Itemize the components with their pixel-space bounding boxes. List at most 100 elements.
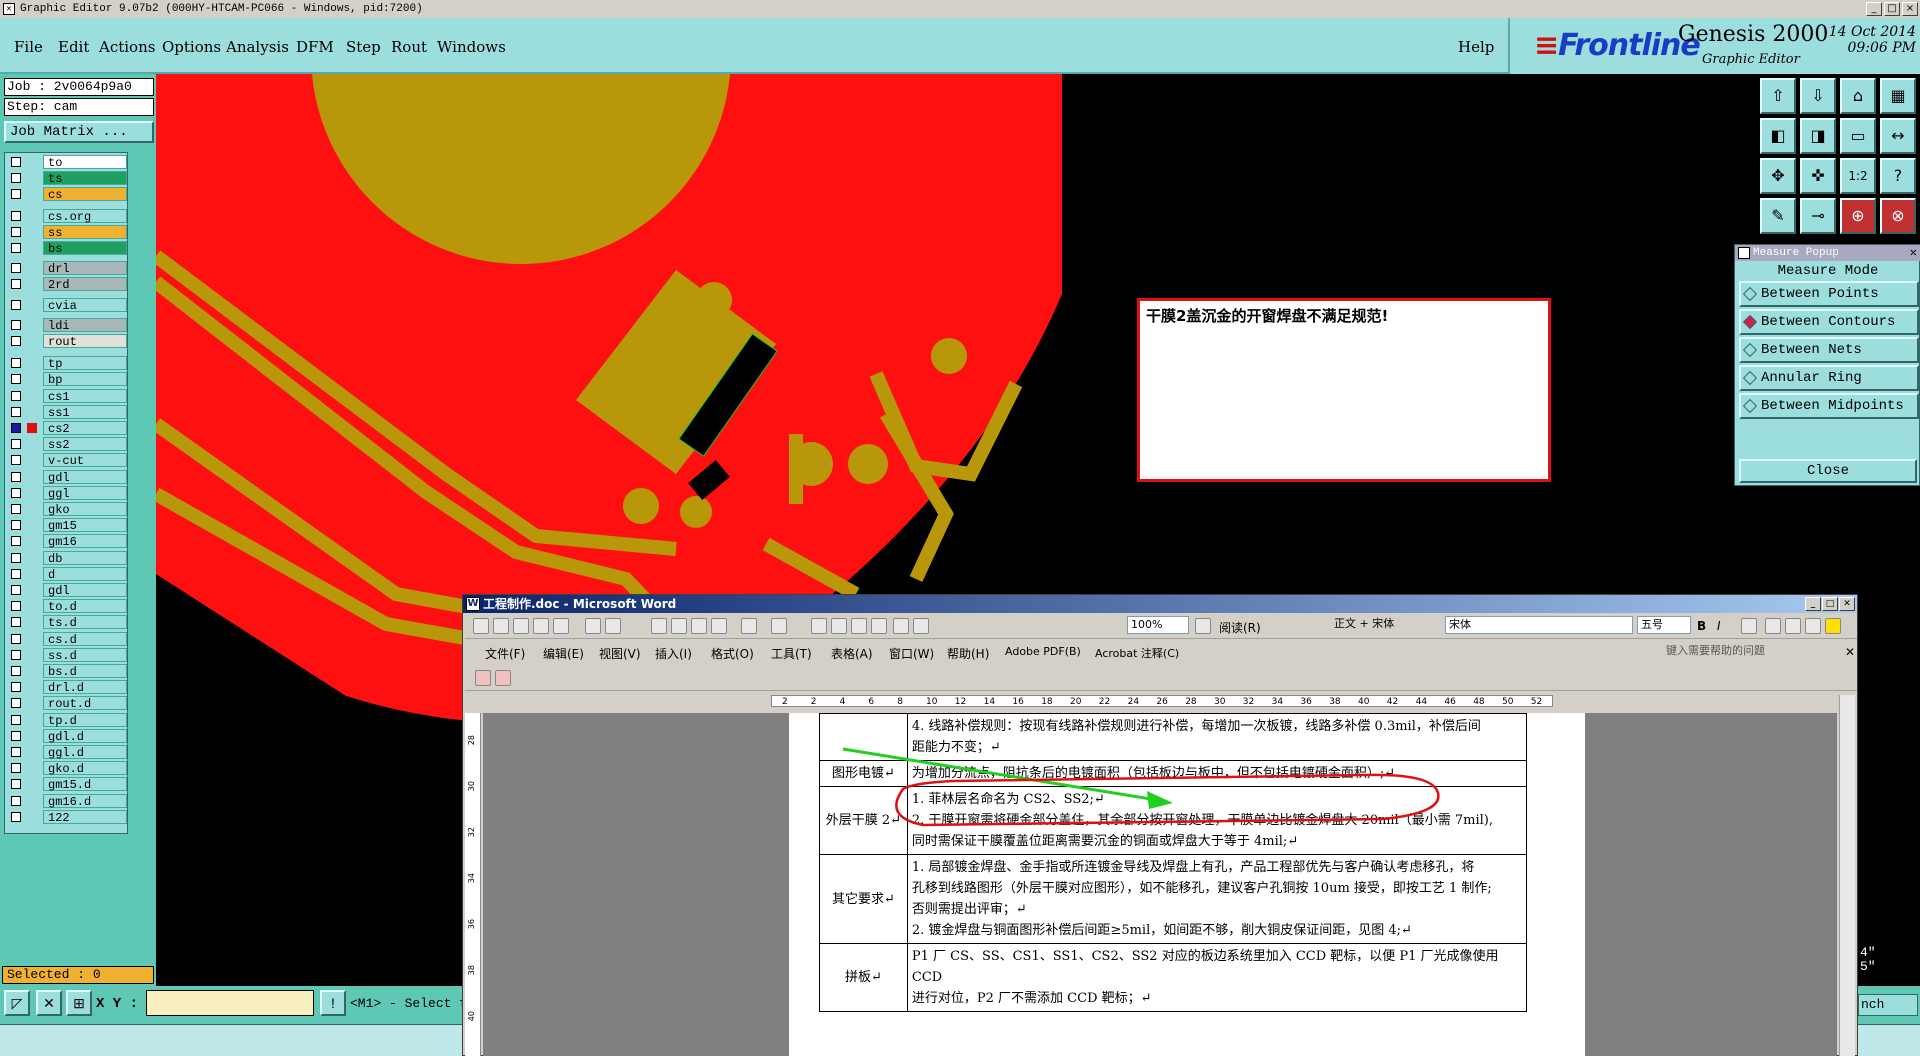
- tool-pad-icon[interactable]: ⊸: [1800, 198, 1836, 234]
- layer-checkbox[interactable]: [11, 157, 21, 167]
- layer-row[interactable]: ss.d: [7, 647, 127, 663]
- layer-checkbox[interactable]: [11, 633, 21, 644]
- align-icon[interactable]: [1741, 618, 1757, 634]
- tool-mirror-icon[interactable]: ↔: [1880, 118, 1916, 154]
- layer-row[interactable]: cs: [7, 187, 127, 202]
- word-menu-file[interactable]: 文件(F): [485, 645, 525, 662]
- menu-step[interactable]: Step: [346, 38, 381, 56]
- menu-options[interactable]: Options: [162, 38, 221, 56]
- layer-checkbox[interactable]: [11, 390, 21, 401]
- layer-checkbox[interactable]: [11, 666, 21, 676]
- layer-row[interactable]: ts.d: [7, 615, 127, 630]
- layer-checkbox[interactable]: [11, 243, 21, 253]
- layer-checkbox[interactable]: [11, 319, 21, 330]
- layer-row[interactable]: ss: [7, 224, 127, 240]
- hyperlink-icon[interactable]: [811, 618, 827, 634]
- tables-icon[interactable]: [831, 618, 847, 634]
- measure-option-annular-ring[interactable]: Annular Ring: [1739, 365, 1919, 391]
- measure-option-between-midpoints[interactable]: Between Midpoints: [1739, 393, 1919, 419]
- layer-row[interactable]: 2rd: [7, 277, 127, 292]
- word-close-button[interactable]: ✕: [1839, 597, 1855, 611]
- layer-checkbox[interactable]: [11, 263, 21, 274]
- layer-row[interactable]: v-cut: [7, 453, 127, 468]
- layer-row[interactable]: ggl.d: [7, 745, 127, 760]
- layer-checkbox[interactable]: [11, 649, 21, 660]
- tool-left-icon[interactable]: ◧: [1760, 118, 1796, 154]
- print-preview-icon[interactable]: [585, 618, 601, 634]
- measure-popup-header[interactable]: Measure Popup ✕: [1735, 245, 1920, 261]
- layer-checkbox[interactable]: [11, 568, 21, 579]
- pdf-icon[interactable]: [475, 670, 491, 686]
- layer-checkbox[interactable]: [11, 358, 21, 369]
- tool-fit-icon[interactable]: ✥: [1760, 158, 1796, 194]
- tool-right-icon[interactable]: ◨: [1800, 118, 1836, 154]
- layer-row[interactable]: ggl: [7, 485, 127, 501]
- layer-checkbox[interactable]: [11, 374, 21, 385]
- layer-checkbox[interactable]: [11, 210, 21, 221]
- layer-row[interactable]: to.d: [7, 599, 127, 614]
- undo-icon[interactable]: [741, 618, 757, 634]
- layer-checkbox[interactable]: [11, 617, 21, 628]
- layer-checkbox[interactable]: [11, 536, 21, 547]
- layer-checkbox[interactable]: [11, 585, 21, 595]
- read-button[interactable]: 阅读(R): [1219, 619, 1261, 636]
- open-icon[interactable]: [493, 618, 509, 634]
- save-icon[interactable]: [513, 618, 529, 634]
- layer-checkbox[interactable]: [11, 811, 21, 822]
- maximize-button[interactable]: □: [1884, 2, 1900, 16]
- layer-checkbox[interactable]: [11, 471, 21, 482]
- size-select[interactable]: 五号: [1637, 616, 1691, 634]
- layer-checkbox[interactable]: [11, 226, 21, 237]
- layer-checkbox[interactable]: [11, 439, 21, 450]
- layer-checkbox[interactable]: [11, 504, 21, 514]
- layer-checkbox[interactable]: [11, 423, 21, 433]
- print-icon[interactable]: [553, 618, 569, 634]
- highlight-icon[interactable]: [1825, 618, 1841, 634]
- word-menu-insert[interactable]: 插入(I): [655, 645, 692, 662]
- help-icon[interactable]: [1195, 618, 1211, 634]
- word-menu-view[interactable]: 视图(V): [599, 645, 641, 662]
- layer-row[interactable]: rout: [7, 334, 127, 349]
- layer-checkbox[interactable]: [11, 455, 21, 466]
- layer-row[interactable]: gdl.d: [7, 728, 127, 744]
- measure-option-between-contours[interactable]: Between Contours: [1739, 309, 1919, 335]
- excel-icon[interactable]: [871, 618, 887, 634]
- inch-button[interactable]: nch: [1858, 994, 1918, 1016]
- menu-analysis[interactable]: Analysis: [226, 38, 289, 56]
- menu-edit[interactable]: Edit: [58, 38, 89, 56]
- layer-checkbox[interactable]: [11, 189, 21, 200]
- word-minimize-button[interactable]: _: [1805, 597, 1821, 611]
- menu-file[interactable]: File: [14, 38, 43, 56]
- layer-row[interactable]: bs: [7, 241, 127, 256]
- copy-icon[interactable]: [671, 618, 687, 634]
- tool-pan-down-icon[interactable]: ⇩: [1800, 78, 1836, 114]
- layer-row[interactable]: cs1: [7, 388, 127, 404]
- layer-row[interactable]: bp: [7, 372, 127, 387]
- tool-grid-icon[interactable]: ▦: [1880, 78, 1916, 114]
- layer-row[interactable]: drl.d: [7, 680, 127, 695]
- menu-actions[interactable]: Actions: [99, 38, 155, 56]
- tool-home-icon[interactable]: ⌂: [1840, 78, 1876, 114]
- layer-row[interactable]: gdl: [7, 583, 127, 598]
- layer-checkbox[interactable]: [11, 795, 21, 806]
- indent-icon[interactable]: [1805, 618, 1821, 634]
- bold-button[interactable]: B: [1697, 619, 1706, 633]
- layer-row[interactable]: ss1: [7, 404, 127, 420]
- table-row-content[interactable]: 4. 线路补偿规则：按现有线路补偿规则进行补偿，每增加一次板镀，线路多补偿 0.…: [906, 713, 1528, 761]
- format-painter-icon[interactable]: [711, 618, 727, 634]
- word-menu-format[interactable]: 格式(O): [711, 645, 754, 662]
- job-matrix-button[interactable]: Job Matrix ...: [4, 121, 154, 143]
- layer-checkbox[interactable]: [11, 487, 21, 498]
- tool-edit-icon[interactable]: ✎: [1760, 198, 1796, 234]
- layer-row[interactable]: to: [7, 155, 127, 170]
- spelling-icon[interactable]: [605, 618, 621, 634]
- redo-icon[interactable]: [771, 618, 787, 634]
- word-menu-window[interactable]: 窗口(W): [889, 645, 934, 662]
- word-title-bar[interactable]: W 工程制作.doc - Microsoft Word _ □ ✕: [463, 595, 1857, 613]
- menu-windows[interactable]: Windows: [437, 38, 506, 56]
- cut-icon[interactable]: [651, 618, 667, 634]
- layer-checkbox[interactable]: [11, 698, 21, 709]
- doc-close-icon[interactable]: ✕: [1845, 645, 1855, 659]
- tool-scale-icon[interactable]: 1:2: [1840, 158, 1876, 194]
- word-maximize-button[interactable]: □: [1822, 597, 1838, 611]
